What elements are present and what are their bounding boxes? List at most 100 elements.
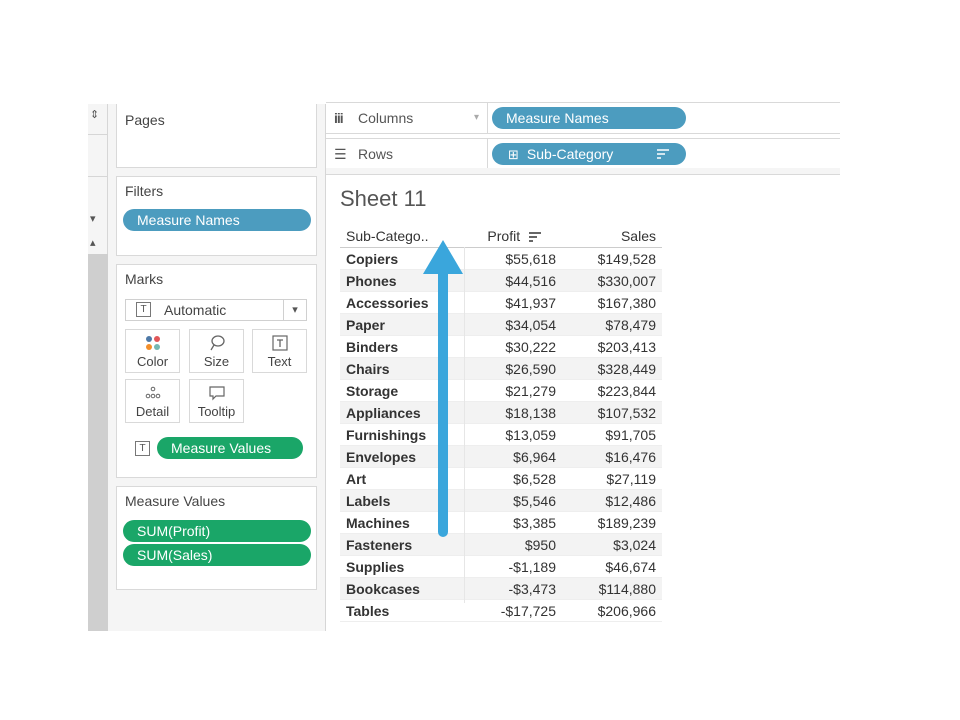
table-row[interactable]: Appliances $18,138 $107,532 bbox=[340, 401, 662, 424]
row-sales[interactable]: $189,239 bbox=[562, 512, 662, 534]
sort-descending-icon[interactable] bbox=[656, 143, 670, 171]
row-profit[interactable]: $5,546 bbox=[466, 489, 562, 512]
mark-type-dropdown[interactable]: T Automatic ▾ bbox=[125, 299, 307, 321]
sheet-title: Sheet 11 bbox=[340, 186, 427, 211]
table-row[interactable]: Envelopes $6,964 $16,476 bbox=[340, 445, 662, 468]
row-profit[interactable]: $950 bbox=[466, 533, 562, 556]
collapse-arrow-icon[interactable]: ▴ bbox=[90, 236, 96, 249]
row-profit[interactable]: $55,618 bbox=[466, 248, 562, 270]
filter-pill-measure-names[interactable]: Measure Names bbox=[123, 209, 311, 231]
marks-title: Marks bbox=[125, 271, 164, 287]
chevron-down-icon[interactable]: ▾ bbox=[474, 103, 479, 133]
text-label: Text bbox=[267, 354, 292, 369]
data-pane-edge: ⇕ ▾ ▴ bbox=[88, 104, 108, 631]
measure-pill-profit[interactable]: SUM(Profit) bbox=[123, 520, 311, 542]
rows-label: Rows bbox=[358, 146, 394, 162]
table-row[interactable]: Art $6,528 $27,119 bbox=[340, 468, 662, 490]
pages-card[interactable]: Pages bbox=[116, 104, 317, 168]
row-sub-category[interactable]: Supplies bbox=[340, 556, 466, 578]
rows-shelf: ☰ Rows ⊞ Sub-Category bbox=[326, 138, 840, 170]
row-sales[interactable]: $3,024 bbox=[562, 533, 662, 556]
row-sales[interactable]: $46,674 bbox=[562, 556, 662, 578]
size-label: Size bbox=[203, 354, 230, 369]
table-row[interactable]: Machines $3,385 $189,239 bbox=[340, 512, 662, 534]
sort-descending-icon[interactable] bbox=[528, 231, 542, 243]
rows-pill-sub-category[interactable]: ⊞ Sub-Category bbox=[492, 143, 686, 165]
measure-values-card: Measure Values SUM(Profit) SUM(Sales) bbox=[116, 486, 317, 590]
header-profit[interactable]: Profit bbox=[466, 225, 562, 248]
row-profit[interactable]: $30,222 bbox=[466, 336, 562, 358]
measure-pill-sales[interactable]: SUM(Sales) bbox=[123, 544, 311, 566]
filters-card[interactable]: Filters Measure Names bbox=[116, 176, 317, 256]
row-sales[interactable]: $149,528 bbox=[562, 248, 662, 270]
row-profit[interactable]: $18,138 bbox=[466, 401, 562, 424]
size-lasso-icon bbox=[190, 334, 243, 352]
shelf-canvas-divider bbox=[326, 168, 840, 175]
expand-icon: ⊞ bbox=[508, 147, 519, 162]
rows-icon: ☰ bbox=[334, 146, 347, 162]
row-sub-category[interactable]: Bookcases bbox=[340, 577, 466, 600]
table-row[interactable]: Copiers $55,618 $149,528 bbox=[340, 248, 662, 270]
color-label: Color bbox=[136, 354, 169, 369]
table-row[interactable]: Phones $44,516 $330,007 bbox=[340, 269, 662, 292]
table-row[interactable]: Tables -$17,725 $206,966 bbox=[340, 600, 662, 622]
row-profit[interactable]: $3,385 bbox=[466, 512, 562, 534]
row-profit[interactable]: $44,516 bbox=[466, 269, 562, 292]
table-row[interactable]: Bookcases -$3,473 $114,880 bbox=[340, 577, 662, 600]
row-sales[interactable]: $167,380 bbox=[562, 292, 662, 314]
row-profit[interactable]: $13,059 bbox=[466, 424, 562, 446]
columns-pill-measure-names[interactable]: Measure Names bbox=[492, 107, 686, 129]
row-profit[interactable]: -$17,725 bbox=[466, 600, 562, 622]
row-sales[interactable]: $203,413 bbox=[562, 336, 662, 358]
chevron-down-icon[interactable]: ▾ bbox=[283, 300, 306, 320]
row-sub-category[interactable]: Tables bbox=[340, 600, 466, 622]
table-row[interactable]: Furnishings $13,059 $91,705 bbox=[340, 424, 662, 446]
detail-button[interactable]: Detail bbox=[125, 379, 180, 423]
tooltip-label: Tooltip bbox=[197, 404, 236, 419]
table-row[interactable]: Chairs $26,590 $328,449 bbox=[340, 357, 662, 380]
row-sales[interactable]: $16,476 bbox=[562, 445, 662, 468]
divider bbox=[88, 134, 108, 135]
marks-pill-measure-values[interactable]: Measure Values bbox=[157, 437, 303, 459]
columns-icon: iii bbox=[334, 110, 344, 126]
row-profit[interactable]: $34,054 bbox=[466, 313, 562, 336]
row-profit[interactable]: -$3,473 bbox=[466, 577, 562, 600]
row-sales[interactable]: $91,705 bbox=[562, 424, 662, 446]
text-field-icon: T bbox=[135, 441, 150, 456]
row-profit[interactable]: $26,590 bbox=[466, 357, 562, 380]
size-button[interactable]: Size bbox=[189, 329, 244, 373]
row-sales[interactable]: $223,844 bbox=[562, 380, 662, 402]
row-sales[interactable]: $330,007 bbox=[562, 269, 662, 292]
row-profit[interactable]: -$1,189 bbox=[466, 556, 562, 578]
table-row[interactable]: Paper $34,054 $78,479 bbox=[340, 313, 662, 336]
table-row[interactable]: Supplies -$1,189 $46,674 bbox=[340, 556, 662, 578]
row-sales[interactable]: $12,486 bbox=[562, 489, 662, 512]
row-profit[interactable]: $41,937 bbox=[466, 292, 562, 314]
row-profit[interactable]: $6,964 bbox=[466, 445, 562, 468]
row-profit[interactable]: $6,528 bbox=[466, 468, 562, 490]
tooltip-button[interactable]: Tooltip bbox=[189, 379, 244, 423]
divider bbox=[88, 176, 108, 177]
row-sales[interactable]: $78,479 bbox=[562, 313, 662, 336]
table-row[interactable]: Labels $5,546 $12,486 bbox=[340, 489, 662, 512]
table-row[interactable]: Fasteners $950 $3,024 bbox=[340, 533, 662, 556]
header-sales[interactable]: Sales bbox=[562, 225, 662, 248]
text-button[interactable]: Text bbox=[252, 329, 307, 373]
row-sales[interactable]: $107,532 bbox=[562, 401, 662, 424]
table-row[interactable]: Storage $21,279 $223,844 bbox=[340, 380, 662, 402]
sort-icon[interactable]: ⇕ bbox=[90, 108, 99, 121]
up-arrow-annotation bbox=[423, 240, 463, 537]
row-sales[interactable]: $27,119 bbox=[562, 468, 662, 490]
table-row[interactable]: Accessories $41,937 $167,380 bbox=[340, 292, 662, 314]
detail-dots-icon bbox=[126, 384, 179, 402]
mark-type-label: Automatic bbox=[164, 302, 227, 318]
scroll-track[interactable] bbox=[88, 254, 108, 631]
row-sales[interactable]: $206,966 bbox=[562, 600, 662, 622]
table-row[interactable]: Binders $30,222 $203,413 bbox=[340, 336, 662, 358]
row-sales[interactable]: $114,880 bbox=[562, 577, 662, 600]
color-button[interactable]: Color bbox=[125, 329, 180, 373]
row-sales[interactable]: $328,449 bbox=[562, 357, 662, 380]
row-profit[interactable]: $21,279 bbox=[466, 380, 562, 402]
filters-title: Filters bbox=[125, 183, 164, 199]
dropdown-arrow-icon[interactable]: ▾ bbox=[90, 212, 96, 225]
